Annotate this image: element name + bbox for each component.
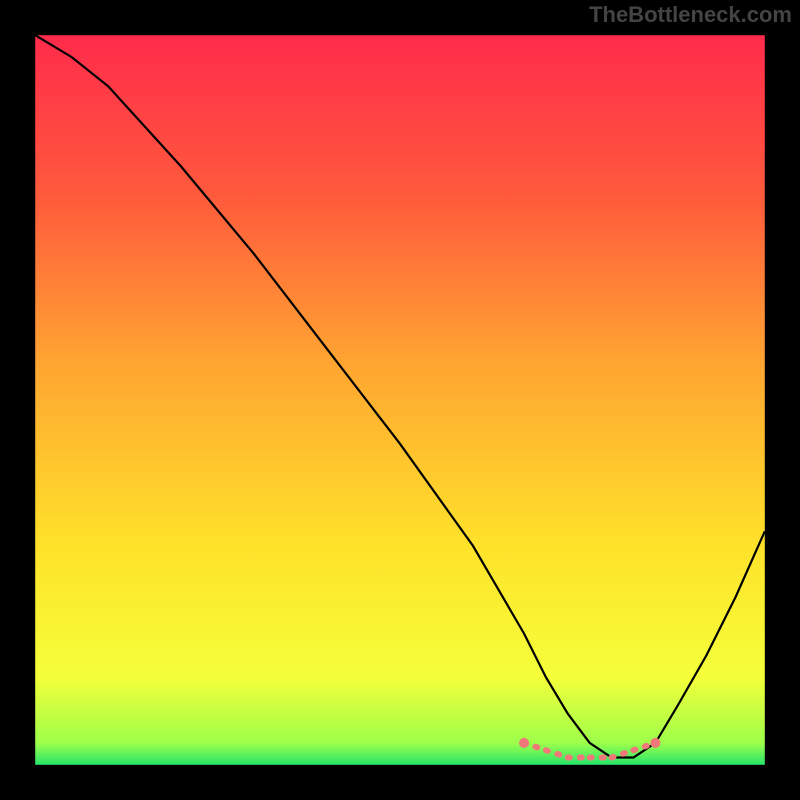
chart-svg bbox=[0, 0, 800, 800]
optimal-range-endpoint bbox=[519, 738, 529, 748]
watermark-text: TheBottleneck.com bbox=[589, 2, 792, 28]
optimal-range-endpoint bbox=[650, 738, 660, 748]
plot-background bbox=[35, 35, 765, 765]
